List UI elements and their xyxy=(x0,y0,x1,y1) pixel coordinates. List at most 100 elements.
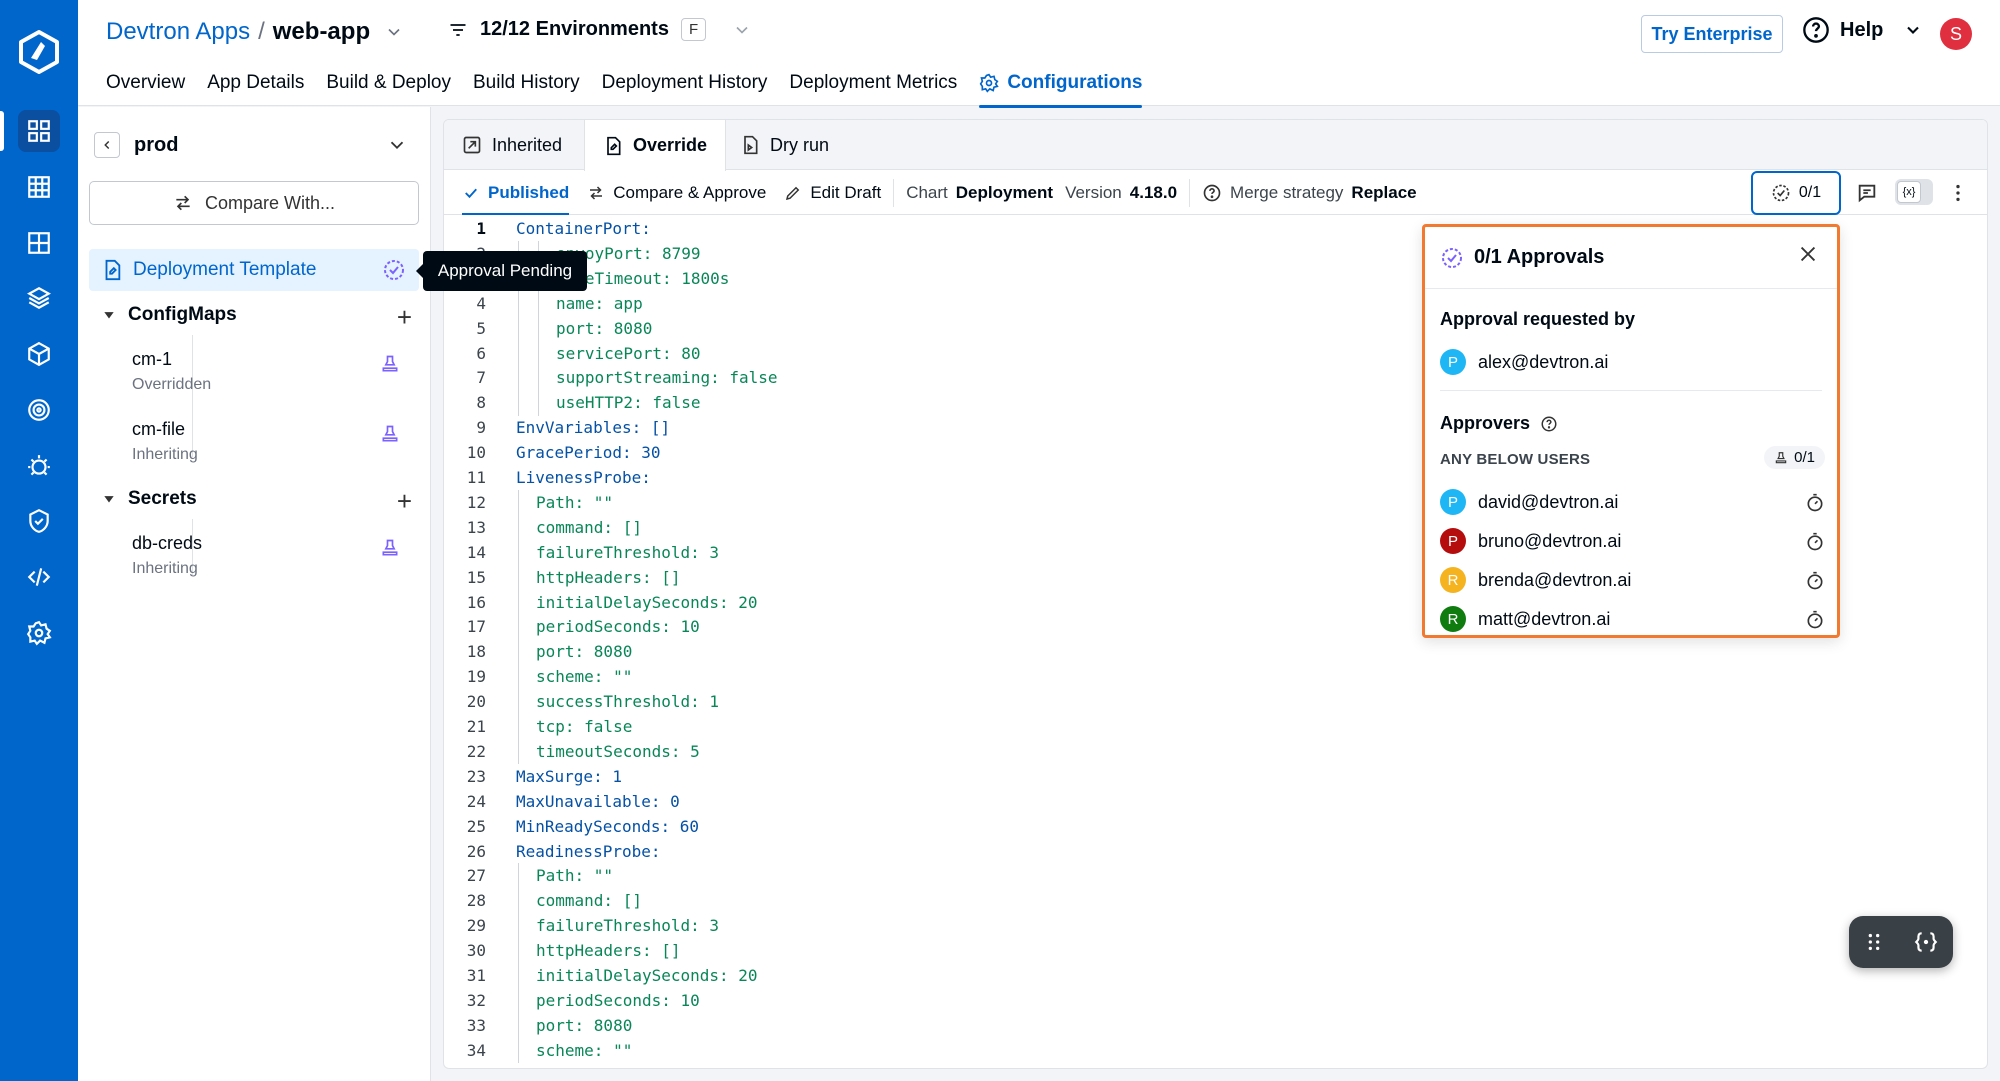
breadcrumb-devtron-apps-link[interactable]: Devtron Apps xyxy=(106,18,250,46)
timer-pending-icon xyxy=(1807,610,1823,629)
toolbar-divider xyxy=(893,178,895,207)
code-line[interactable]: 32 periodSeconds: 10 xyxy=(444,988,1987,1013)
code-line[interactable]: 30 httpHeaders: [] xyxy=(444,938,1987,963)
variables-toggle[interactable]: {x} xyxy=(1895,179,1933,205)
line-number: 19 xyxy=(466,667,486,687)
nav-cube-icon[interactable] xyxy=(18,333,60,375)
sidebar-item-db-creds[interactable]: db-creds Inheriting xyxy=(132,533,412,578)
published-button[interactable]: Published xyxy=(462,171,570,215)
caret-down-icon[interactable] xyxy=(102,308,116,322)
dry-run-file-icon xyxy=(744,135,758,155)
code-line[interactable]: 22 timeoutSeconds: 5 xyxy=(444,739,1987,764)
nav-app-groups-icon[interactable] xyxy=(18,166,60,208)
code-line[interactable]: 25 MinReadySeconds: 60 xyxy=(444,814,1987,839)
code-line[interactable]: 19 scheme: "" xyxy=(444,664,1987,689)
nav-code-icon[interactable] xyxy=(18,556,60,598)
line-number: 6 xyxy=(476,343,486,363)
tab-override[interactable]: Override xyxy=(584,120,727,171)
code-line[interactable]: 21 tcp: false xyxy=(444,714,1987,739)
code-text: supportStreaming: false xyxy=(556,368,778,388)
nav-bug-icon[interactable] xyxy=(18,445,60,487)
scoped-variables-braces-icon[interactable] xyxy=(1913,929,1939,955)
configmaps-group[interactable]: ConfigMaps + xyxy=(102,302,412,332)
caret-down-icon[interactable] xyxy=(102,492,116,506)
tab-build-history[interactable]: Build History xyxy=(473,68,580,106)
code-line[interactable]: 33 port: 8080 xyxy=(444,1013,1987,1038)
more-vertical-icon[interactable] xyxy=(1947,182,1969,204)
code-line[interactable]: 34 scheme: "" xyxy=(444,1038,1987,1063)
nav-target-icon[interactable] xyxy=(18,389,60,431)
floating-action-bar xyxy=(1849,916,1953,968)
edit-draft-button[interactable]: Edit Draft xyxy=(784,171,881,215)
code-line[interactable]: 31 initialDelaySeconds: 20 xyxy=(444,963,1987,988)
nav-security-shield-icon[interactable] xyxy=(18,500,60,542)
code-text: LivenessProbe: xyxy=(516,468,651,487)
nav-stack-icon[interactable] xyxy=(18,277,60,319)
code-line[interactable]: 28 command: [] xyxy=(444,888,1987,913)
tab-deployment-history[interactable]: Deployment History xyxy=(602,68,768,106)
code-text: ReadinessProbe: xyxy=(516,841,661,861)
devtron-logo-icon[interactable] xyxy=(15,28,63,76)
code-line[interactable]: 23 MaxSurge: 1 xyxy=(444,764,1987,789)
breadcrumb-app-name[interactable]: web-app xyxy=(273,18,370,46)
approval-check-icon xyxy=(1442,247,1462,268)
any-below-row: ANY BELOW USERS 0/1 xyxy=(1440,446,1825,475)
nav-resource-browser-icon[interactable] xyxy=(18,222,60,264)
code-text: initialDelaySeconds: 20 xyxy=(536,966,758,985)
code-text: Path: "" xyxy=(536,492,614,512)
tab-dry-run[interactable]: Dry run xyxy=(722,120,847,170)
help-question-icon[interactable] xyxy=(1540,415,1558,433)
chevron-left-icon xyxy=(104,140,110,150)
add-secret-plus-icon[interactable]: + xyxy=(397,486,412,517)
sidebar-item-deployment-template[interactable]: Deployment Template xyxy=(89,249,419,291)
code-text: httpHeaders: [] xyxy=(536,941,681,961)
environment-selector[interactable]: 12/12 Environments F xyxy=(448,18,752,41)
try-enterprise-button[interactable]: Try Enterprise xyxy=(1641,15,1783,53)
config-sidebar: prod Compare With... Deployment Template… xyxy=(78,107,431,1081)
stamp-approval-icon xyxy=(382,539,398,556)
drag-handle-icon[interactable] xyxy=(1863,931,1885,953)
line-number: 13 xyxy=(466,517,486,537)
tab-app-details[interactable]: App Details xyxy=(207,68,304,106)
tab-build-deploy[interactable]: Build & Deploy xyxy=(326,68,451,106)
user-avatar[interactable]: S xyxy=(1940,18,1972,50)
tab-overview[interactable]: Overview xyxy=(106,68,185,106)
code-line[interactable]: 24 MaxUnavailable: 0 xyxy=(444,789,1987,814)
secrets-group[interactable]: Secrets + xyxy=(102,486,412,516)
line-number: 12 xyxy=(466,492,486,512)
configmaps-label: ConfigMaps xyxy=(128,304,237,325)
tab-configurations[interactable]: Configurations xyxy=(979,68,1143,108)
nav-applications-icon[interactable] xyxy=(18,110,60,152)
help-question-icon[interactable] xyxy=(1202,183,1222,203)
close-icon[interactable] xyxy=(1797,243,1819,265)
configmap-name: cm-1 xyxy=(132,349,172,369)
filter-icon xyxy=(450,23,466,36)
code-line[interactable]: 27 Path: "" xyxy=(444,863,1987,888)
requester-avatar: P xyxy=(1440,349,1466,375)
sidebar-item-cm-file[interactable]: cm-file Inheriting xyxy=(132,419,412,464)
sidebar-item-cm-1[interactable]: cm-1 Overridden xyxy=(132,349,412,394)
environment-count: 12/12 Environments xyxy=(480,18,669,40)
approvals-count-button[interactable]: 0/1 xyxy=(1751,171,1841,215)
back-button[interactable] xyxy=(94,132,120,158)
tab-deployment-metrics[interactable]: Deployment Metrics xyxy=(789,68,957,106)
compare-approve-button[interactable]: Compare & Approve xyxy=(587,171,766,215)
environment-chevron-down-icon[interactable] xyxy=(732,20,752,40)
help-menu[interactable]: Help xyxy=(1802,16,1923,44)
nav-settings-gear-icon[interactable] xyxy=(18,612,60,654)
comment-icon[interactable] xyxy=(1856,182,1878,204)
code-line[interactable]: 20 successThreshold: 1 xyxy=(444,689,1987,714)
code-line[interactable]: 29 failureThreshold: 3 xyxy=(444,913,1987,938)
inherited-icon xyxy=(463,136,481,154)
environment-switcher[interactable]: prod xyxy=(94,125,416,165)
line-number: 27 xyxy=(466,866,486,886)
tab-inherited[interactable]: Inherited xyxy=(444,120,580,170)
environment-chevron-down-icon[interactable] xyxy=(386,134,408,156)
compare-with-button[interactable]: Compare With... xyxy=(89,181,419,225)
code-text: periodSeconds: 10 xyxy=(536,990,700,1010)
add-configmap-plus-icon[interactable]: + xyxy=(397,302,412,333)
app-switcher-chevron-down-icon[interactable] xyxy=(384,22,404,42)
code-line[interactable]: 26 ReadinessProbe: xyxy=(444,839,1987,864)
code-line[interactable]: 18 port: 8080 xyxy=(444,639,1987,664)
approval-pending-icon[interactable] xyxy=(382,258,406,282)
